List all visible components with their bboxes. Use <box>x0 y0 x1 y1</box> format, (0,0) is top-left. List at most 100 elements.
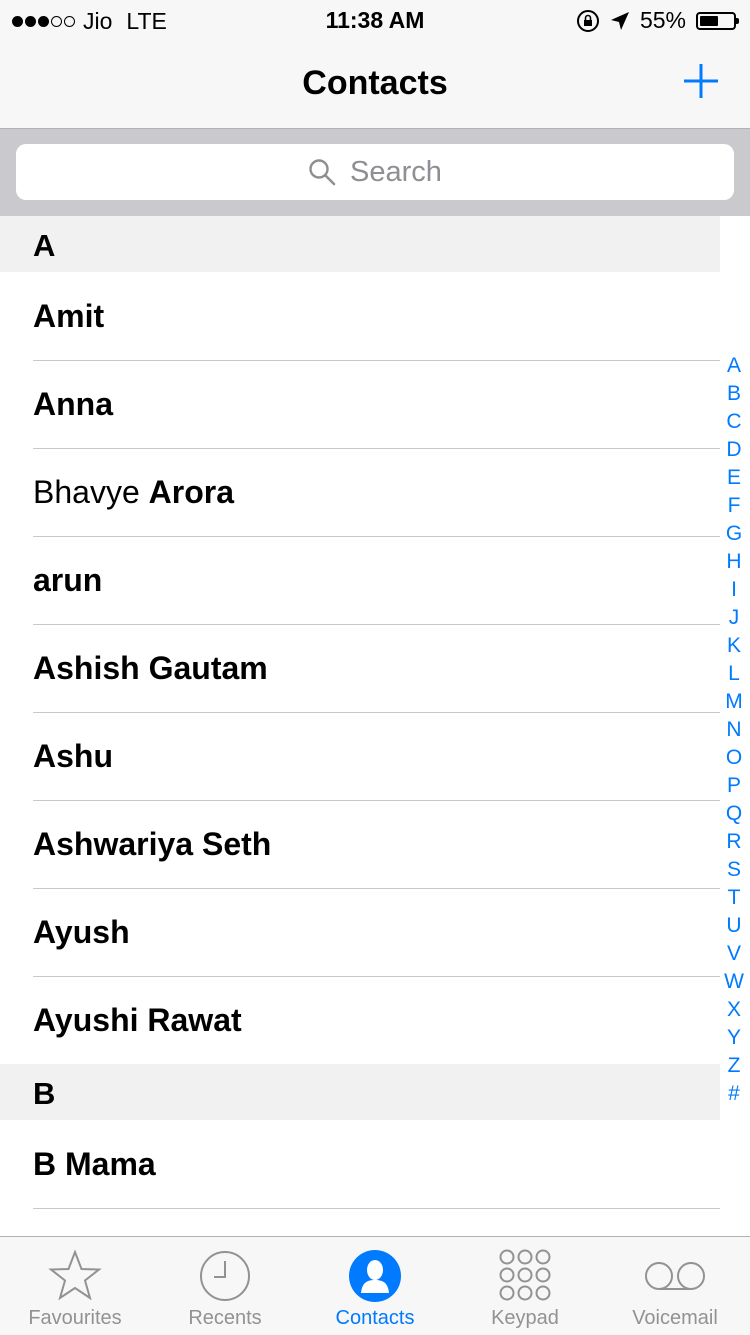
index-letter-h[interactable]: H <box>726 548 741 576</box>
index-letter-n[interactable]: N <box>726 716 741 744</box>
contact-last-name: B Mama <box>33 1146 156 1182</box>
keypad-icon <box>499 1247 551 1305</box>
index-letter-q[interactable]: Q <box>726 800 742 828</box>
row-divider <box>33 888 720 889</box>
contact-last-name: Ayush <box>33 914 130 950</box>
index-letter-p[interactable]: P <box>727 772 741 800</box>
tab-contacts[interactable]: Contacts <box>300 1237 450 1335</box>
tab-bar: Favourites Recents Contacts Keypad Voicemail <box>0 1236 750 1335</box>
index-letter-d[interactable]: D <box>726 436 741 464</box>
tab-label: Keypad <box>491 1307 559 1329</box>
tab-label: Voicemail <box>632 1307 718 1329</box>
contact-list[interactable]: A Amit Anna Bhavye Arora arun Ashish Gautam As… <box>0 216 750 1236</box>
clock-icon <box>198 1247 252 1305</box>
index-letter-t[interactable]: T <box>728 884 741 912</box>
contact-last-name: Ashu <box>33 738 113 774</box>
index-letter-k[interactable]: K <box>727 632 741 660</box>
row-divider <box>33 448 720 449</box>
star-icon <box>47 1247 103 1305</box>
contact-name: arun <box>33 562 102 599</box>
add-contact-button[interactable] <box>682 62 720 100</box>
index-letter-v[interactable]: V <box>727 940 741 968</box>
contact-row[interactable]: Ashish Gautam <box>0 624 720 712</box>
tab-recents[interactable]: Recents <box>150 1237 300 1335</box>
contact-last-name: arun <box>33 562 103 598</box>
section-index[interactable]: A B C D E F G H I J K L M N O P Q R S T U V W X Y Z # <box>722 352 746 1108</box>
tab-favourites[interactable]: Favourites <box>0 1237 150 1335</box>
index-letter-r[interactable]: R <box>726 828 741 856</box>
index-letter-w[interactable]: W <box>724 968 744 996</box>
battery-fill <box>700 15 718 26</box>
contact-row[interactable]: Ashu <box>0 712 720 800</box>
contact-row[interactable]: arun <box>0 536 720 624</box>
contact-last-name: Ashwariya Seth <box>33 826 272 862</box>
section-letter: B <box>33 1076 56 1111</box>
tab-keypad[interactable]: Keypad <box>450 1237 600 1335</box>
index-letter-l[interactable]: L <box>728 660 740 688</box>
voicemail-icon <box>643 1247 707 1305</box>
tab-label: Contacts <box>335 1307 415 1329</box>
battery-icon <box>696 11 739 30</box>
contact-row[interactable]: B Mama <box>0 1120 720 1208</box>
section-header-b: B <box>0 1064 720 1120</box>
contact-row[interactable]: Anna <box>0 360 720 448</box>
contact-name: Ayush <box>33 914 130 951</box>
contact-name: Amit <box>33 298 104 335</box>
section-letter: A <box>33 228 56 263</box>
index-letter-x[interactable]: X <box>727 996 741 1024</box>
person-circle-icon <box>348 1247 402 1305</box>
contact-last-name: Anna <box>33 386 113 422</box>
tab-label: Recents <box>188 1307 262 1329</box>
search-placeholder: Search <box>350 155 442 188</box>
contact-row[interactable]: Ashwariya Seth <box>0 800 720 888</box>
row-divider <box>33 800 720 801</box>
contact-name: Bhavye Arora <box>33 474 234 511</box>
row-divider <box>33 624 720 625</box>
contact-row[interactable]: Bhavye Arora <box>0 448 720 536</box>
contact-row[interactable]: Ayushi Rawat <box>0 976 720 1064</box>
index-letter-hash[interactable]: # <box>728 1080 740 1108</box>
battery-percent: 55% <box>639 7 686 33</box>
contact-last-name: Ashish Gautam <box>33 650 268 686</box>
index-letter-g[interactable]: G <box>726 520 742 548</box>
row-divider <box>33 712 720 713</box>
contact-last-name: Arora <box>148 474 234 510</box>
contact-last-name: Ayushi Rawat <box>33 1002 242 1038</box>
contact-name: Anna <box>33 386 113 423</box>
tab-label: Favourites <box>28 1307 122 1329</box>
search-input[interactable]: Search <box>16 144 734 200</box>
index-letter-s[interactable]: S <box>727 856 741 884</box>
contact-name: B Mama <box>33 1146 156 1183</box>
index-letter-b[interactable]: B <box>727 380 741 408</box>
index-letter-c[interactable]: C <box>726 408 741 436</box>
navigation-bar: Contacts <box>0 40 750 129</box>
index-letter-o[interactable]: O <box>726 744 742 772</box>
contact-row[interactable]: Amit <box>0 272 720 360</box>
row-divider <box>33 1208 720 1209</box>
search-icon <box>309 159 336 186</box>
location-arrow-icon <box>610 11 629 30</box>
contact-name: Ashu <box>33 738 113 775</box>
index-letter-a[interactable]: A <box>727 352 741 380</box>
index-letter-y[interactable]: Y <box>727 1024 741 1052</box>
row-divider <box>33 360 720 361</box>
contact-row[interactable]: Ayush <box>0 888 720 976</box>
section-header-a: A <box>0 216 720 272</box>
row-divider <box>33 976 720 977</box>
index-letter-u[interactable]: U <box>726 912 741 940</box>
index-letter-i[interactable]: I <box>731 576 737 604</box>
contact-last-name: Amit <box>33 298 105 334</box>
contact-first-name: Bhavye <box>33 474 149 510</box>
page-title: Contacts <box>302 64 448 102</box>
index-letter-f[interactable]: F <box>728 492 741 520</box>
index-letter-z[interactable]: Z <box>728 1052 741 1080</box>
index-letter-m[interactable]: M <box>725 688 743 716</box>
status-bar: Jio LTE 11:38 AM 55% <box>0 0 750 40</box>
index-letter-e[interactable]: E <box>727 464 741 492</box>
search-area: Search <box>0 129 750 216</box>
contact-name: Ayushi Rawat <box>33 1002 242 1039</box>
index-letter-j[interactable]: J <box>729 604 740 632</box>
tab-voicemail[interactable]: Voicemail <box>600 1237 750 1335</box>
status-right: 55% <box>576 7 739 34</box>
row-divider <box>33 536 720 537</box>
